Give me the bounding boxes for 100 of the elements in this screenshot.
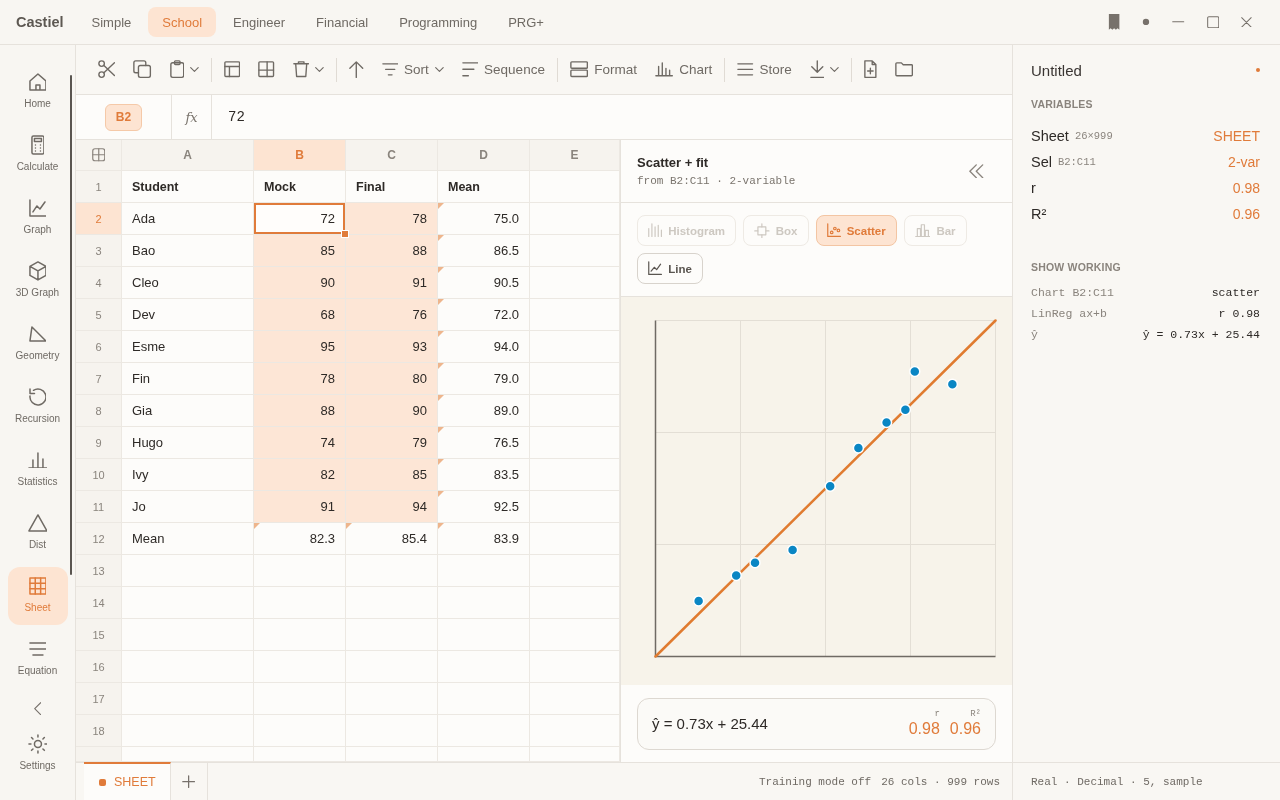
sheet-cell[interactable]: [438, 587, 530, 619]
sheet-cell[interactable]: [122, 619, 254, 651]
chevron-left-icon[interactable]: [33, 702, 42, 716]
sheet-cell[interactable]: [346, 651, 438, 683]
sheet-cell[interactable]: 72: [254, 203, 346, 235]
sheet-cell[interactable]: [346, 619, 438, 651]
format-button[interactable]: Format: [569, 61, 637, 78]
plus-icon[interactable]: [182, 774, 196, 789]
sidebar-item[interactable]: Geometry: [7, 315, 68, 373]
row-header[interactable]: 17: [76, 683, 122, 715]
sheet-cell[interactable]: [254, 715, 346, 747]
row-header[interactable]: [76, 747, 122, 762]
mode-tab[interactable]: Engineer: [219, 7, 300, 37]
sheet-cell[interactable]: 88: [346, 235, 438, 267]
sheet-cell[interactable]: 72.0: [438, 299, 530, 331]
row-header[interactable]: 13: [76, 555, 122, 587]
sheet-cell[interactable]: 92.5: [438, 491, 530, 523]
sheet-cell[interactable]: 76: [346, 299, 438, 331]
sidebar-item[interactable]: Statistics: [7, 441, 68, 499]
sidebar-item[interactable]: Graph: [7, 189, 68, 247]
sheet-cell[interactable]: [254, 683, 346, 715]
row-header[interactable]: 10: [76, 459, 122, 491]
row-header[interactable]: 14: [76, 587, 122, 619]
sidebar-item[interactable]: Equation: [7, 630, 68, 688]
row-header[interactable]: 12: [76, 523, 122, 555]
sheet-cell[interactable]: [438, 683, 530, 715]
sheet-cell[interactable]: [122, 587, 254, 619]
mode-tab[interactable]: Simple: [77, 7, 146, 37]
mode-tab[interactable]: Financial: [302, 7, 383, 37]
grid-icon[interactable]: [91, 148, 106, 162]
row-header[interactable]: 1: [76, 171, 122, 203]
column-header[interactable]: E: [530, 140, 620, 171]
sidebar-item[interactable]: Recursion: [7, 378, 68, 436]
sheet-cell[interactable]: 85.4: [346, 523, 438, 555]
open-button[interactable]: [895, 62, 914, 77]
scrollbar[interactable]: [70, 75, 72, 575]
fill-handle[interactable]: [341, 230, 349, 238]
formula-input[interactable]: 72: [212, 95, 1012, 139]
sheet-cell[interactable]: 94.0: [438, 331, 530, 363]
sheet-cell[interactable]: 85: [346, 459, 438, 491]
mode-tab[interactable]: PRG+: [494, 7, 558, 37]
row-header[interactable]: 15: [76, 619, 122, 651]
sheet-cell[interactable]: [122, 651, 254, 683]
sheet-cell[interactable]: 93: [346, 331, 438, 363]
mode-tab[interactable]: Programming: [385, 7, 492, 37]
sheet-cell[interactable]: 83.5: [438, 459, 530, 491]
sheet-tab[interactable]: SHEET: [84, 762, 171, 800]
sidebar-item[interactable]: Home: [7, 63, 68, 121]
sheet-cell[interactable]: [254, 555, 346, 587]
double-chevron-left-icon[interactable]: [969, 163, 984, 179]
sheet-cell[interactable]: 76.5: [438, 427, 530, 459]
maximize-icon[interactable]: [1206, 15, 1220, 29]
sidebar-item[interactable]: 3D Graph: [7, 252, 68, 310]
sheet-cell[interactable]: [254, 619, 346, 651]
row-header[interactable]: 7: [76, 363, 122, 395]
sheet-cell[interactable]: 82: [254, 459, 346, 491]
store-button[interactable]: Store: [737, 62, 792, 77]
row-header[interactable]: 3: [76, 235, 122, 267]
sheet-cell[interactable]: 90: [254, 267, 346, 299]
sheet-cell[interactable]: [122, 555, 254, 587]
sheet-cell[interactable]: [254, 587, 346, 619]
column-header[interactable]: D: [438, 140, 530, 171]
chart-type-button[interactable]: Line: [637, 253, 703, 284]
row-header[interactable]: 18: [76, 715, 122, 747]
sheet-cell[interactable]: [346, 587, 438, 619]
settings-button[interactable]: Settings: [7, 725, 68, 784]
cut-button[interactable]: [98, 60, 116, 79]
sheet-cell[interactable]: 91: [346, 267, 438, 299]
sheet-cell[interactable]: 85: [254, 235, 346, 267]
table-button[interactable]: [224, 61, 241, 78]
sheet-cell[interactable]: 79: [346, 427, 438, 459]
paste-button[interactable]: [169, 60, 199, 79]
move-up-button[interactable]: [349, 60, 364, 79]
sheet-cell[interactable]: 80: [346, 363, 438, 395]
sheet-cell[interactable]: 82.3: [254, 523, 346, 555]
row-header[interactable]: 6: [76, 331, 122, 363]
sheet-cell[interactable]: 89.0: [438, 395, 530, 427]
column-header[interactable]: A: [122, 140, 254, 171]
minimize-icon[interactable]: [1172, 21, 1185, 23]
sheet-cell[interactable]: [438, 651, 530, 683]
sidebar-item[interactable]: Calculate: [7, 126, 68, 184]
receipt-icon[interactable]: [1108, 13, 1121, 31]
delete-button[interactable]: [292, 61, 325, 78]
download-button[interactable]: [809, 60, 840, 79]
sheet-cell[interactable]: 91: [254, 491, 346, 523]
close-icon[interactable]: [1241, 16, 1252, 28]
sheet-cell[interactable]: 79.0: [438, 363, 530, 395]
sheet-cell[interactable]: [346, 555, 438, 587]
sheet-cell[interactable]: 86.5: [438, 235, 530, 267]
sheet-cell[interactable]: [122, 683, 254, 715]
sheet-cell[interactable]: 95: [254, 331, 346, 363]
sheet-cell[interactable]: 75.0: [438, 203, 530, 235]
sheet-cell[interactable]: [254, 651, 346, 683]
sequence-button[interactable]: Sequence: [461, 62, 545, 77]
sheet-cell[interactable]: [346, 715, 438, 747]
row-header[interactable]: 8: [76, 395, 122, 427]
sidebar-item[interactable]: Dist: [7, 504, 68, 562]
sheet-cell[interactable]: 94: [346, 491, 438, 523]
row-header[interactable]: 9: [76, 427, 122, 459]
sheet-cell[interactable]: Student: [122, 171, 254, 203]
